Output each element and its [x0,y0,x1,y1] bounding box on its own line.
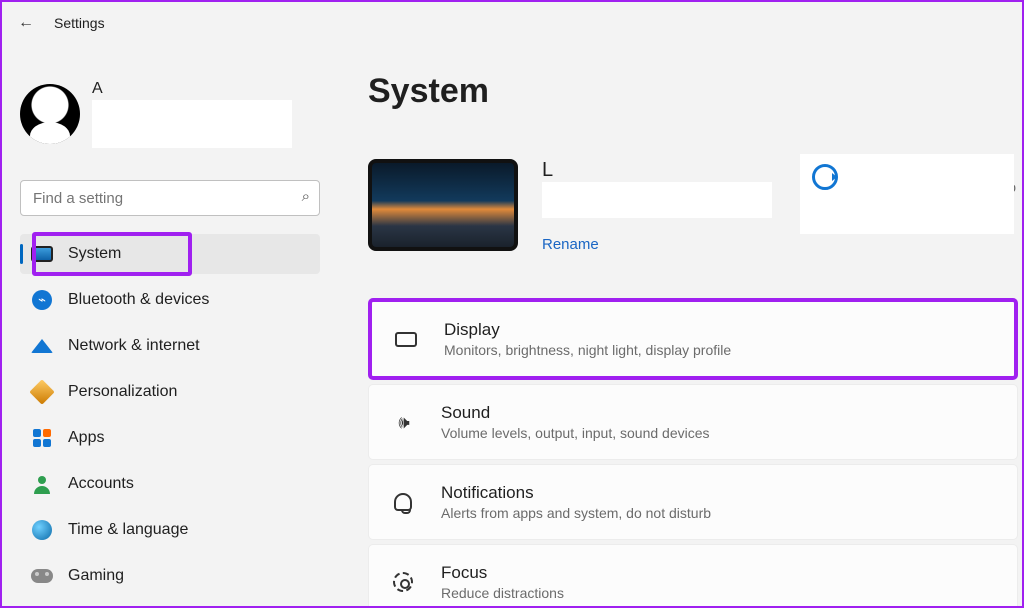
bell-icon [389,488,417,516]
bluetooth-icon: ⌁ [30,288,54,312]
setting-title: Notifications [441,483,711,503]
system-icon [30,242,54,266]
setting-title: Display [444,320,731,340]
app-title: Settings [54,15,105,31]
sidebar-item-label: Bluetooth & devices [68,291,209,309]
sidebar-item-label: System [68,245,121,263]
sidebar-item-apps[interactable]: Apps [20,418,320,458]
device-thumbnail [368,159,518,251]
sidebar-item-label: Network & internet [68,337,200,355]
paintbrush-icon [30,380,54,404]
sidebar-item-bluetooth[interactable]: ⌁ Bluetooth & devices [20,280,320,320]
setting-item-focus[interactable]: Focus Reduce distractions [368,544,1018,606]
focus-icon [389,568,417,596]
setting-item-sound[interactable]: 🕪 Sound Volume levels, output, input, so… [368,384,1018,460]
setting-item-notifications[interactable]: Notifications Alerts from apps and syste… [368,464,1018,540]
avatar-icon [20,84,80,144]
setting-subtitle: Reduce distractions [441,585,564,601]
setting-subtitle: Volume levels, output, input, sound devi… [441,425,710,441]
sidebar-item-label: Gaming [68,567,124,585]
sidebar-item-system[interactable]: System [20,234,320,274]
page-title: System [368,72,1022,111]
profile-block[interactable]: A [20,80,320,148]
setting-subtitle: Alerts from apps and system, do not dist… [441,505,711,521]
sidebar: A ⌕ System ⌁ Bluetooth & devic [2,44,332,606]
back-arrow-icon[interactable]: ← [18,14,34,32]
nav-list: System ⌁ Bluetooth & devices Network & i… [20,234,320,606]
device-name: L [542,159,553,181]
sidebar-item-network[interactable]: Network & internet [20,326,320,366]
globe-clock-icon [30,518,54,542]
update-sync-icon [812,164,838,190]
sidebar-item-label: Accounts [68,475,134,493]
titlebar: ← Settings [2,2,1022,44]
gamepad-icon [30,564,54,588]
profile-name: A [92,80,292,98]
sidebar-item-time-language[interactable]: Time & language [20,510,320,550]
sidebar-item-label: Personalization [68,383,177,401]
search-input[interactable] [20,180,320,216]
setting-item-display[interactable]: Display Monitors, brightness, night ligh… [368,298,1018,380]
apps-icon [30,426,54,450]
sidebar-item-accounts[interactable]: Accounts [20,464,320,504]
settings-list: Display Monitors, brightness, night ligh… [368,298,1022,606]
search-box[interactable]: ⌕ [20,180,320,216]
wifi-icon [30,334,54,358]
setting-title: Focus [441,563,564,583]
rename-link[interactable]: Rename [542,236,599,253]
device-name-redacted [542,182,772,218]
sound-icon: 🕪 [389,408,417,436]
sidebar-item-personalization[interactable]: Personalization [20,372,320,412]
display-icon [392,325,420,353]
sidebar-item-gaming[interactable]: Gaming [20,556,320,596]
content-area: System L Rename Windows Update Last chec… [332,44,1022,606]
sidebar-item-accessibility[interactable]: Accessibility [20,602,320,606]
sidebar-item-label: Time & language [68,521,188,539]
setting-title: Sound [441,403,710,423]
profile-redacted [92,100,292,148]
person-icon [30,472,54,496]
setting-subtitle: Monitors, brightness, night light, displ… [444,342,731,358]
sidebar-item-label: Apps [68,429,104,447]
